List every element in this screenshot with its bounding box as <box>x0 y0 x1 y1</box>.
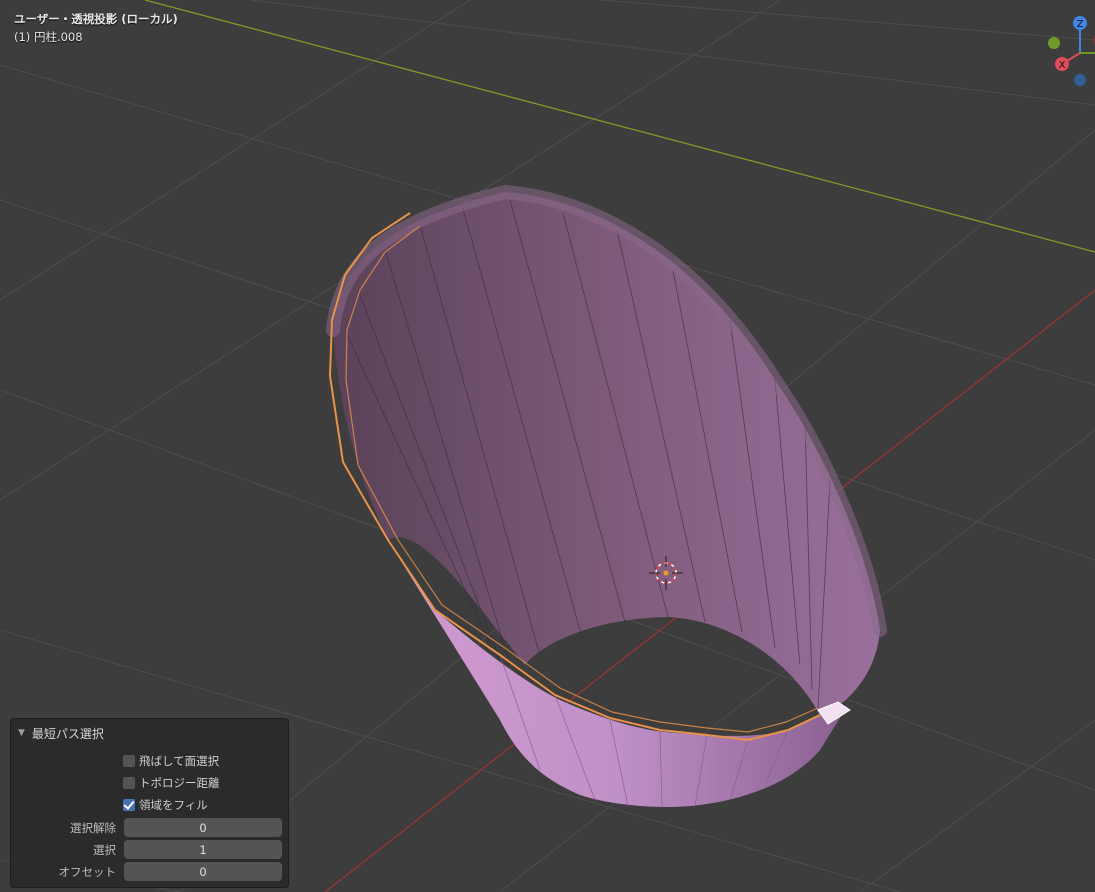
object-name-label: (1) 円柱.008 <box>14 30 83 44</box>
operator-title: 最短パス選択 <box>31 726 104 741</box>
deselected-row: 選択解除 0 <box>11 818 290 838</box>
offset-label: オフセット <box>58 865 117 879</box>
topology-distance-label: トポロジー距離 <box>139 776 220 790</box>
deselected-label: 選択解除 <box>70 821 116 835</box>
cylinder-mesh[interactable] <box>326 184 887 809</box>
selected-field[interactable]: 1 <box>124 840 282 859</box>
fill-region-label: 領域をフィル <box>139 798 208 812</box>
gizmo-z-label: Z <box>1077 19 1084 30</box>
offset-field[interactable]: 0 <box>124 862 282 881</box>
topology-distance-checkbox[interactable] <box>123 777 135 789</box>
gizmo-x-label: X <box>1059 60 1066 71</box>
topology-distance-option[interactable]: トポロジー距離 <box>123 775 220 791</box>
view-mode-label: ユーザー・透視投影 (ローカル) <box>14 12 178 26</box>
collapse-triangle-icon[interactable]: ▼ <box>18 728 25 738</box>
operator-panel-header[interactable]: ▼ 最短パス選択 <box>18 724 104 742</box>
navigation-gizmo[interactable]: Z X <box>1048 16 1095 86</box>
y-axis-line <box>144 0 1095 253</box>
face-stepping-option[interactable]: 飛ばして面選択 <box>123 753 219 769</box>
selected-label: 選択 <box>93 843 116 857</box>
offset-row: オフセット 0 <box>11 862 290 882</box>
fill-region-option[interactable]: 領域をフィル <box>123 797 208 813</box>
fill-region-checkbox[interactable] <box>123 799 135 811</box>
selected-row: 選択 1 <box>11 840 290 860</box>
gizmo-neg-y-icon <box>1048 37 1060 49</box>
operator-redo-panel: ▼ 最短パス選択 飛ばして面選択 トポロジー距離 領域をフィル 選択解除 0 選… <box>10 718 289 888</box>
deselected-field[interactable]: 0 <box>124 818 282 837</box>
face-stepping-checkbox[interactable] <box>123 755 135 767</box>
gizmo-neg-z-icon <box>1074 74 1086 86</box>
face-stepping-label: 飛ばして面選択 <box>139 754 220 768</box>
